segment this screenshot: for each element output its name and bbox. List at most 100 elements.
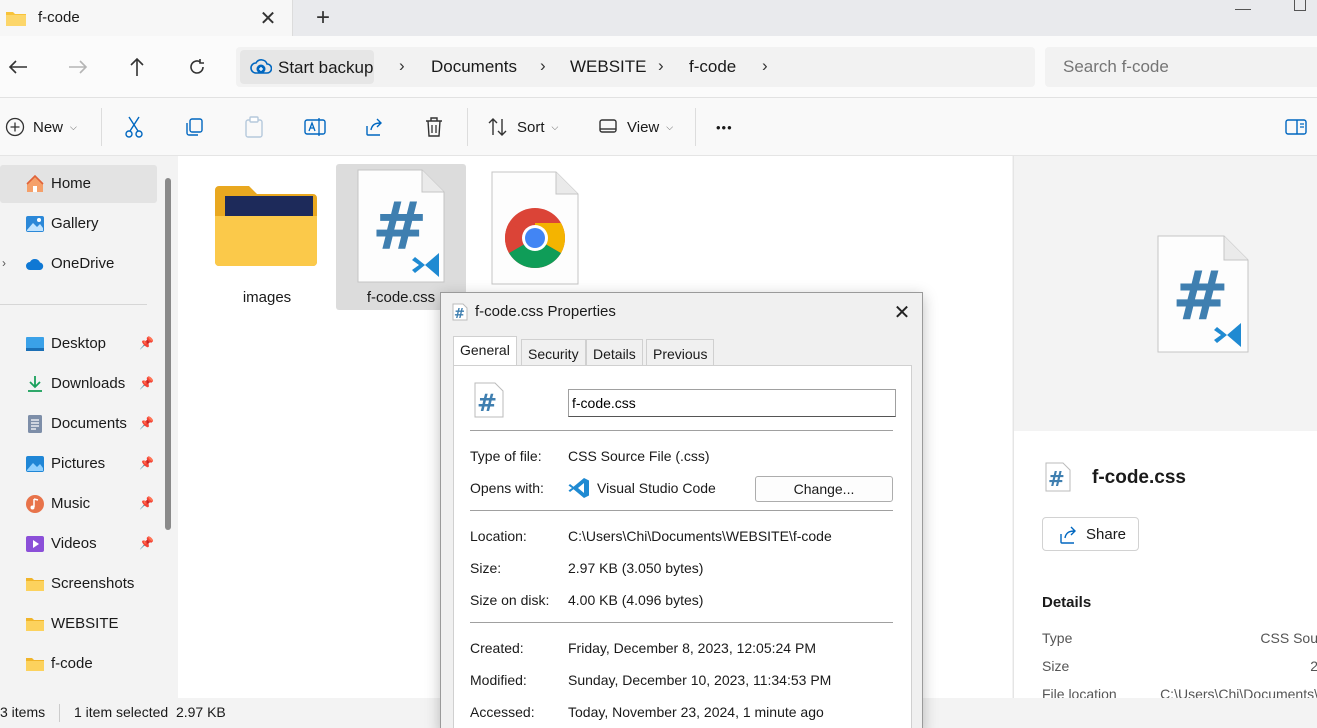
- sidebar-item-pictures[interactable]: Pictures 📌: [0, 445, 157, 483]
- folder-icon: [6, 12, 26, 26]
- document-icon: [28, 415, 42, 433]
- sidebar-scrollbar[interactable]: [165, 178, 171, 530]
- dialog-title: f-code.css Properties: [475, 303, 616, 320]
- rename-icon: [304, 118, 326, 136]
- sidebar-item-screenshots[interactable]: Screenshots: [0, 565, 157, 603]
- sidebar-item-label: Pictures: [51, 455, 106, 472]
- view-icon: [599, 119, 617, 133]
- general-tab-panel: # Type of file: CSS Source File (.css) O…: [453, 365, 912, 728]
- svg-text:#: #: [1048, 467, 1065, 491]
- breadcrumb-separator[interactable]: ›: [399, 56, 405, 76]
- more-options-button[interactable]: •••: [716, 112, 733, 142]
- minimize-button[interactable]: [1235, 0, 1251, 10]
- sidebar-item-label: Home: [51, 175, 92, 192]
- breadcrumb-separator[interactable]: ›: [658, 56, 664, 76]
- location-value: C:\Users\Chi\Documents\WEBSITE\f-code: [568, 528, 832, 544]
- breadcrumb-separator[interactable]: ›: [762, 56, 768, 76]
- cut-button[interactable]: [124, 112, 144, 142]
- maximize-button[interactable]: [1294, 0, 1306, 11]
- detail-key: Size: [1042, 658, 1070, 674]
- chrome-html-file-icon: [491, 171, 579, 285]
- sidebar-item-onedrive[interactable]: › OneDrive: [0, 245, 157, 283]
- sidebar-item-videos[interactable]: Videos 📌: [0, 525, 157, 563]
- view-button[interactable]: View ⌵: [599, 112, 673, 142]
- divider: [470, 622, 893, 623]
- tab-details[interactable]: Details: [586, 339, 643, 365]
- pin-icon: 📌: [139, 536, 154, 550]
- refresh-button[interactable]: [184, 54, 210, 80]
- type-label: Type of file:: [470, 448, 542, 464]
- file-item[interactable]: [470, 164, 600, 310]
- css-file-icon: #: [452, 303, 468, 321]
- pin-icon: 📌: [139, 336, 154, 350]
- new-tab-button[interactable]: +: [312, 4, 334, 32]
- file-name-field[interactable]: [568, 389, 896, 417]
- details-pane-button[interactable]: [1285, 112, 1307, 142]
- search-box[interactable]: [1045, 47, 1317, 87]
- modified-value: Sunday, December 10, 2023, 11:34:53 PM: [568, 672, 832, 688]
- sidebar-item-music[interactable]: Music 📌: [0, 485, 157, 523]
- refresh-icon: [190, 59, 204, 74]
- more-icon: •••: [716, 119, 733, 135]
- home-icon: [26, 174, 44, 192]
- tab-general[interactable]: General: [453, 336, 517, 366]
- sidebar-item-label: Music: [51, 495, 91, 512]
- change-button[interactable]: Change...: [755, 476, 893, 502]
- breadcrumb-website[interactable]: WEBSITE: [570, 57, 647, 77]
- address-bar[interactable]: Start backup › Documents › WEBSITE › f-c…: [236, 47, 1035, 87]
- tab-previous-versions[interactable]: Previous Versions: [646, 339, 715, 378]
- preview-share-button[interactable]: Share: [1042, 517, 1139, 551]
- share-icon: [366, 118, 382, 136]
- folder-icon: [26, 658, 44, 671]
- forward-button[interactable]: [65, 54, 91, 80]
- divider: [470, 430, 893, 431]
- tab-f-code[interactable]: f-code ✕: [0, 0, 293, 36]
- share-label: Share: [1086, 526, 1127, 543]
- file-item[interactable]: # f-code.css: [336, 164, 466, 310]
- rename-button[interactable]: [304, 112, 326, 142]
- new-button[interactable]: New ⌵: [5, 112, 77, 142]
- up-button[interactable]: [124, 54, 150, 80]
- copy-button[interactable]: [184, 112, 204, 142]
- svg-text:#: #: [454, 307, 465, 321]
- close-tab-icon[interactable]: ✕: [258, 6, 278, 31]
- title-bar: f-code ✕ +: [0, 0, 1317, 36]
- accessed-value: Today, November 23, 2024, 1 minute ago: [568, 704, 824, 720]
- breadcrumb-documents[interactable]: Documents: [431, 57, 517, 77]
- type-value: CSS Source File (.css): [568, 448, 710, 464]
- cloud-icon: [26, 259, 44, 270]
- download-icon: [28, 376, 42, 392]
- breadcrumb-f-code[interactable]: f-code: [689, 57, 736, 77]
- chevron-right-icon[interactable]: ›: [2, 256, 6, 270]
- sort-label: Sort: [517, 118, 545, 136]
- breadcrumb-separator[interactable]: ›: [540, 56, 546, 76]
- divider: [101, 108, 102, 146]
- sidebar-item-desktop[interactable]: Desktop 📌: [0, 325, 157, 363]
- size-on-disk-value: 4.00 KB (4.096 bytes): [568, 592, 704, 608]
- folder-icon: [26, 578, 44, 591]
- size-label: Size:: [470, 560, 502, 576]
- sort-button[interactable]: Sort ⌵: [487, 112, 558, 142]
- dialog-close-icon[interactable]: ✕: [891, 300, 913, 325]
- sidebar-item-label: Screenshots: [51, 575, 135, 592]
- pin-icon: 📌: [139, 456, 154, 470]
- sidebar-divider: [0, 304, 147, 305]
- sidebar-item-documents[interactable]: Documents 📌: [0, 405, 157, 443]
- sidebar-item-downloads[interactable]: Downloads 📌: [0, 365, 157, 403]
- sidebar-item-gallery[interactable]: Gallery: [0, 205, 157, 243]
- search-input[interactable]: [1045, 47, 1317, 87]
- pin-icon: 📌: [139, 416, 154, 430]
- sidebar-item-home[interactable]: Home: [0, 165, 157, 203]
- share-button[interactable]: [364, 112, 384, 142]
- start-backup-button[interactable]: Start backup: [240, 50, 374, 84]
- tab-security[interactable]: Security: [521, 339, 586, 365]
- sidebar-item-website[interactable]: WEBSITE: [0, 605, 157, 643]
- back-button[interactable]: [5, 54, 31, 80]
- paste-button[interactable]: [244, 112, 264, 142]
- accessed-label: Accessed:: [470, 704, 535, 720]
- sidebar-item-label: f-code: [51, 655, 93, 672]
- detail-value: CSS Sou: [1260, 630, 1317, 646]
- file-item[interactable]: images: [202, 164, 332, 310]
- sidebar-item-f-code[interactable]: f-code: [0, 645, 157, 683]
- delete-button[interactable]: [424, 112, 444, 142]
